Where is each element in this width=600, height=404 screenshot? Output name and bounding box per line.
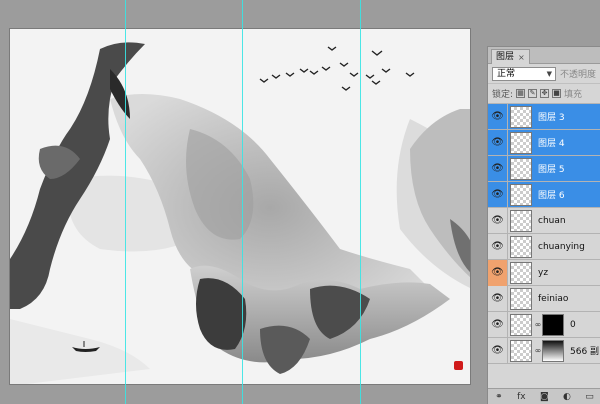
blend-row: 正常 ▼ 不透明度: [488, 64, 600, 84]
document-canvas[interactable]: [9, 28, 471, 385]
visibility-eye-icon[interactable]: 👁: [488, 233, 508, 260]
layer-name: 图层 4: [538, 139, 565, 149]
layer-row[interactable]: 👁 ∞ 566 副: [488, 337, 600, 364]
layer-thumbnail: [510, 157, 532, 180]
layer-thumbnail: [510, 209, 532, 232]
layer-row[interactable]: 👁 图层 3: [488, 103, 600, 130]
ink-landscape-artwork: [10, 29, 470, 384]
layer-row[interactable]: 👁 chuan: [488, 207, 600, 234]
layer-row[interactable]: 👁 图层 6: [488, 181, 600, 208]
blend-mode-select[interactable]: 正常 ▼: [492, 66, 556, 81]
opacity-label: 不透明度: [559, 70, 596, 80]
mask-icon[interactable]: ◙: [540, 392, 549, 402]
adjustment-icon[interactable]: ◐: [563, 392, 571, 402]
layer-thumbnail: [510, 105, 532, 128]
panel-tabbar: 图层 ×: [488, 47, 600, 64]
layer-row[interactable]: 👁 图层 5: [488, 155, 600, 182]
layer-row[interactable]: 👁 feiniao: [488, 285, 600, 312]
visibility-eye-icon[interactable]: 👁: [488, 259, 508, 286]
layers-list: 👁 图层 3 👁 图层 4 👁 图层 5 👁 图层 6 👁 chuan 👁 ch…: [488, 103, 600, 364]
visibility-eye-icon[interactable]: 👁: [488, 103, 508, 130]
visibility-eye-icon[interactable]: 👁: [488, 337, 508, 364]
layer-name: chuan: [538, 215, 566, 226]
link-icon[interactable]: ⚭: [495, 392, 503, 402]
visibility-eye-icon[interactable]: 👁: [488, 155, 508, 182]
fill-label: 填充: [564, 90, 583, 100]
visibility-eye-icon[interactable]: 👁: [488, 285, 508, 312]
layer-thumbnail: [510, 235, 532, 258]
link-chain-icon[interactable]: ∞: [534, 320, 542, 329]
lock-label: 锁定:: [492, 90, 514, 100]
lock-transparent-icon[interactable]: ▦: [516, 89, 526, 98]
guide-line[interactable]: [360, 0, 361, 404]
layer-name: chuanying: [538, 241, 585, 252]
guide-line[interactable]: [242, 0, 243, 404]
panel-footer: ⚭ fx ◙ ◐ ▭: [488, 388, 600, 404]
close-icon[interactable]: ×: [518, 51, 525, 64]
layer-thumbnail: [510, 131, 532, 154]
layer-name: 566 副: [570, 347, 600, 357]
guide-line[interactable]: [125, 0, 126, 404]
folder-icon[interactable]: ▭: [585, 392, 594, 402]
layer-name: yz: [538, 267, 549, 278]
layer-name: feiniao: [538, 293, 569, 304]
layers-panel: 图层 × 正常 ▼ 不透明度 锁定: ▦ ✎ ✥ ■ 填充 👁 图层 3 👁 图…: [487, 46, 600, 404]
layer-thumbnail: [510, 287, 532, 310]
photoshop-window: 图层 × 正常 ▼ 不透明度 锁定: ▦ ✎ ✥ ■ 填充 👁 图层 3 👁 图…: [0, 0, 600, 404]
lock-move-icon[interactable]: ✥: [540, 89, 550, 98]
canvas-area[interactable]: [0, 0, 482, 404]
layer-row[interactable]: 👁 chuanying: [488, 233, 600, 260]
layer-row[interactable]: 👁 图层 4: [488, 129, 600, 156]
layer-mask-thumbnail[interactable]: [542, 339, 564, 362]
layer-name: 图层 3: [538, 113, 565, 123]
layer-name: 0: [570, 319, 576, 330]
layer-mask-thumbnail[interactable]: [542, 313, 564, 336]
layer-row[interactable]: 👁 yz: [488, 259, 600, 286]
layers-tab[interactable]: 图层 ×: [491, 49, 530, 64]
layer-name: 图层 5: [538, 165, 565, 175]
layer-thumbnail: [510, 183, 532, 206]
visibility-eye-icon[interactable]: 👁: [488, 129, 508, 156]
layer-thumbnail: [510, 261, 532, 284]
lock-all-icon[interactable]: ■: [552, 89, 562, 98]
layer-row[interactable]: 👁 ∞ 0: [488, 311, 600, 338]
visibility-eye-icon[interactable]: 👁: [488, 311, 508, 338]
visibility-eye-icon[interactable]: 👁: [488, 207, 508, 234]
lock-row: 锁定: ▦ ✎ ✥ ■ 填充: [488, 84, 600, 104]
red-seal: [454, 361, 463, 370]
layer-thumbnail: [510, 313, 532, 336]
layer-thumbnail: [510, 339, 532, 362]
chevron-down-icon: ▼: [546, 69, 552, 78]
visibility-eye-icon[interactable]: 👁: [488, 181, 508, 208]
link-chain-icon[interactable]: ∞: [534, 346, 542, 355]
blend-mode-value: 正常: [497, 68, 516, 79]
lock-brush-icon[interactable]: ✎: [528, 89, 538, 98]
layers-tab-label: 图层: [496, 51, 515, 62]
layer-name: 图层 6: [538, 191, 565, 201]
fx-icon[interactable]: fx: [517, 392, 526, 402]
